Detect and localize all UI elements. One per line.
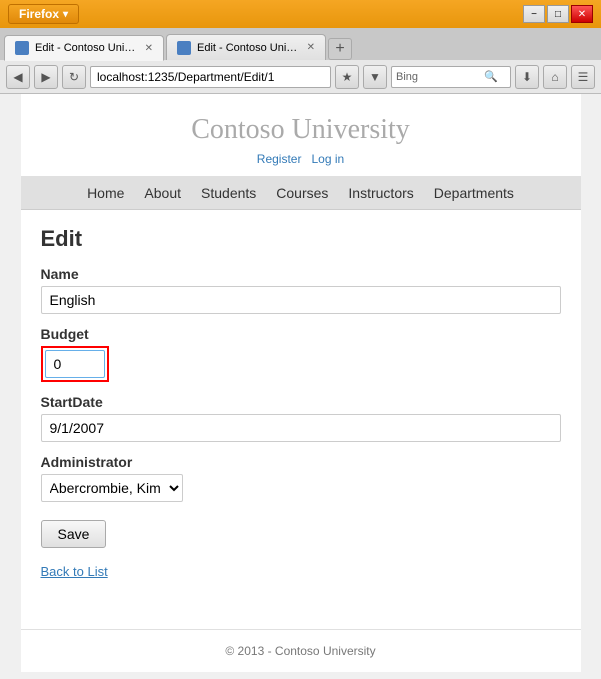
page-content: Contoso University Register Log in Home … (0, 94, 601, 679)
tab-icon-1 (177, 41, 191, 55)
firefox-menu-button[interactable]: Firefox (8, 4, 79, 24)
forward-button[interactable]: ▶ (34, 65, 58, 89)
administrator-select[interactable]: Abercrombie, Kim Fakhouri, Fadi Harui, R… (41, 474, 183, 502)
back-button[interactable]: ◀ (6, 65, 30, 89)
search-input[interactable] (421, 70, 481, 84)
budget-input[interactable] (45, 350, 105, 378)
address-input[interactable] (90, 66, 331, 88)
footer-text: © 2013 - Contoso University (225, 644, 375, 658)
tab-close-0[interactable]: ✕ (145, 43, 153, 54)
nav-instructors[interactable]: Instructors (348, 185, 413, 201)
name-label: Name (41, 266, 561, 282)
tab-bar: Edit - Contoso University ✕ Edit - Conto… (0, 28, 601, 60)
startdate-input[interactable] (41, 414, 561, 442)
home-button[interactable]: ⌂ (543, 65, 567, 89)
download-button[interactable]: ⬇ (515, 65, 539, 89)
tab-label-0: Edit - Contoso University (35, 42, 139, 54)
nav-students[interactable]: Students (201, 185, 256, 201)
site-auth: Register Log in (21, 152, 581, 166)
tab-0[interactable]: Edit - Contoso University ✕ (4, 35, 164, 61)
search-icon[interactable]: 🔍 (484, 70, 498, 83)
nav-about[interactable]: About (144, 185, 181, 201)
site-nav: Home About Students Courses Instructors … (21, 177, 581, 210)
nav-courses[interactable]: Courses (276, 185, 328, 201)
close-button[interactable]: ✕ (571, 5, 593, 23)
window-controls: − □ ✕ (523, 5, 593, 23)
register-link[interactable]: Register (257, 152, 302, 166)
maximize-button[interactable]: □ (547, 5, 569, 23)
address-bar: ◀ ▶ ↻ ★ ▼ Bing 🔍 ⬇ ⌂ ☰ (0, 60, 601, 94)
name-input[interactable] (41, 286, 561, 314)
main-content: Edit Name Budget StartDate Administrator (21, 210, 581, 609)
budget-group: Budget (41, 326, 561, 382)
tab-icon-0 (15, 41, 29, 55)
site-header: Contoso University Register Log in (21, 94, 581, 177)
page-heading: Edit (41, 226, 561, 252)
search-engine-label: Bing (396, 71, 418, 83)
search-bar: Bing 🔍 (391, 66, 511, 88)
back-to-list-link[interactable]: Back to List (41, 564, 561, 579)
nav-home[interactable]: Home (87, 185, 124, 201)
budget-label: Budget (41, 326, 561, 342)
save-button[interactable]: Save (41, 520, 107, 548)
new-tab-button[interactable]: + (328, 38, 352, 60)
administrator-label: Administrator (41, 454, 561, 470)
down-arrow-button[interactable]: ▼ (363, 65, 387, 89)
site-footer: © 2013 - Contoso University (21, 629, 581, 672)
nav-departments[interactable]: Departments (434, 185, 514, 201)
minimize-button[interactable]: − (523, 5, 545, 23)
menu-button[interactable]: ☰ (571, 65, 595, 89)
tab-1[interactable]: Edit - Contoso University ✕ (166, 34, 326, 60)
administrator-group: Administrator Abercrombie, Kim Fakhouri,… (41, 454, 561, 502)
tab-label-1: Edit - Contoso University (197, 42, 301, 54)
website: Contoso University Register Log in Home … (21, 94, 581, 672)
site-title: Contoso University (21, 114, 581, 146)
title-bar: Firefox − □ ✕ (0, 0, 601, 28)
name-group: Name (41, 266, 561, 314)
browser-chrome: Firefox − □ ✕ Edit - Contoso University … (0, 0, 601, 94)
star-button[interactable]: ★ (335, 65, 359, 89)
startdate-group: StartDate (41, 394, 561, 442)
startdate-label: StartDate (41, 394, 561, 410)
login-link[interactable]: Log in (312, 152, 345, 166)
budget-highlight (41, 346, 109, 382)
refresh-button[interactable]: ↻ (62, 65, 86, 89)
tab-close-1[interactable]: ✕ (307, 42, 315, 53)
